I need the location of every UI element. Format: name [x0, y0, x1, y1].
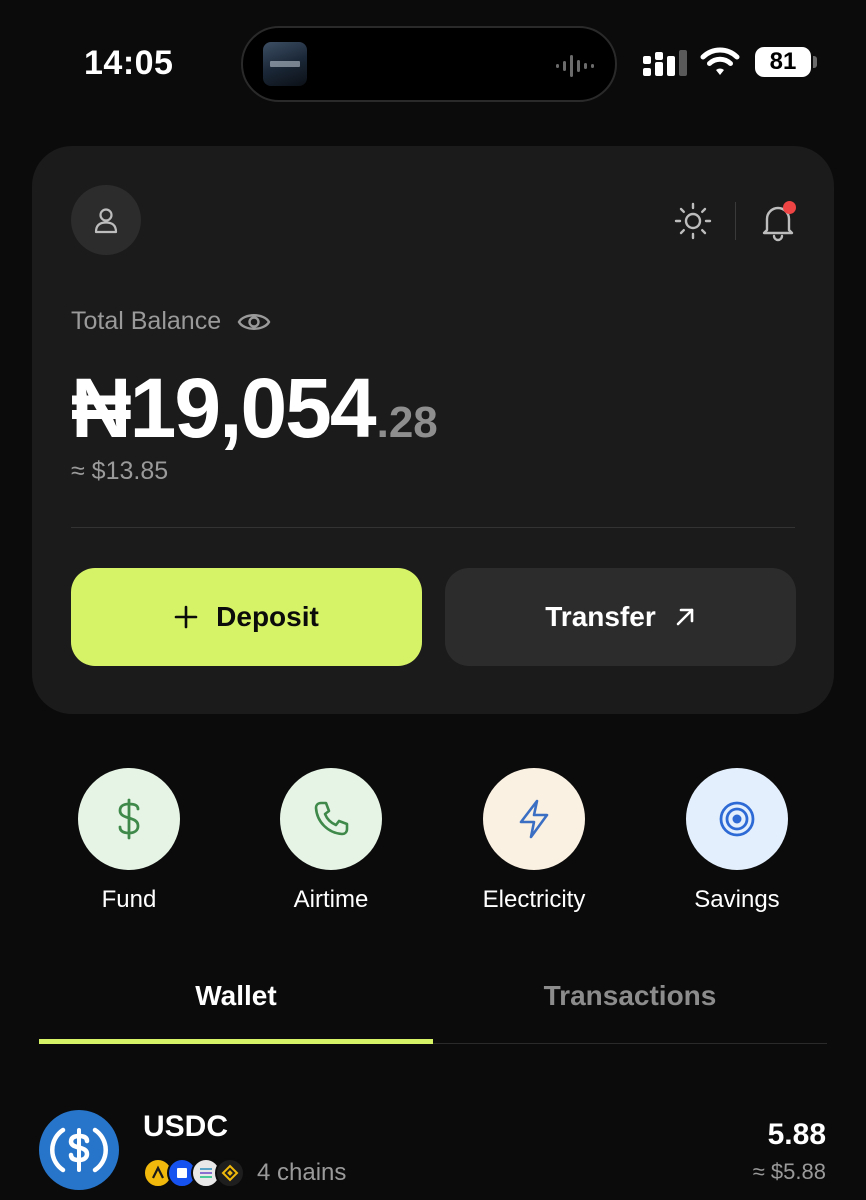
asset-amount: 5.88: [767, 1118, 826, 1151]
deposit-label: Deposit: [216, 601, 319, 632]
arrow-up-right-icon: [676, 608, 694, 626]
quick-action-savings[interactable]: Savings: [662, 768, 812, 914]
transfer-button[interactable]: Transfer: [445, 568, 796, 666]
plus-icon: [174, 605, 198, 629]
target-icon: [719, 801, 755, 837]
quick-action-airtime[interactable]: Airtime: [256, 768, 406, 914]
quick-action-label: Airtime: [293, 886, 369, 913]
active-tab-indicator: [39, 1039, 433, 1044]
chain-count: 4 chains: [257, 1159, 347, 1186]
dynamic-island[interactable]: [241, 26, 617, 102]
balance-currency: ₦: [71, 361, 132, 455]
status-time: 14:05: [84, 44, 174, 82]
savings-circle[interactable]: [686, 768, 788, 870]
eye-icon[interactable]: [237, 310, 271, 334]
balance-label: Total Balance: [71, 307, 222, 335]
quick-action-electricity[interactable]: Electricity: [459, 768, 609, 914]
header-divider: [735, 202, 736, 240]
bnb-chain-icon: [215, 1158, 245, 1188]
balance-card: Total Balance ₦ 19,054 .28 ≈ $13.85 Depo…: [32, 146, 834, 714]
lightning-icon: [519, 799, 549, 839]
electricity-circle[interactable]: [483, 768, 585, 870]
fund-circle[interactable]: [78, 768, 180, 870]
airtime-circle[interactable]: [280, 768, 382, 870]
app-screen: 14:05 81 Total Balance ₦ 19,054 .28 ≈ $1…: [0, 0, 866, 1200]
quick-action-label: Fund: [101, 886, 157, 913]
quick-action-label: Savings: [694, 886, 780, 913]
chain-icons: [143, 1158, 247, 1188]
wifi-icon: [700, 47, 740, 75]
now-playing-artwork: [263, 42, 307, 86]
dollar-icon: [118, 798, 140, 840]
asset-usd-value: ≈ $5.88: [752, 1159, 826, 1184]
battery-nub: [813, 56, 817, 68]
asset-symbol: USDC: [143, 1110, 229, 1143]
signal-icon: [643, 50, 687, 76]
balance-usd-equivalent: ≈ $13.85: [71, 457, 169, 485]
balance-amount: ₦ 19,054 .28: [71, 360, 438, 457]
card-divider: [71, 527, 795, 528]
phone-icon: [314, 801, 349, 836]
usdc-icon: [39, 1110, 119, 1190]
user-icon: [94, 208, 118, 234]
tab-wallet[interactable]: Wallet: [39, 980, 433, 1012]
quick-action-fund[interactable]: Fund: [54, 768, 204, 914]
theme-toggle-icon[interactable]: [674, 202, 712, 240]
notification-badge: [783, 201, 796, 214]
transfer-label: Transfer: [545, 601, 656, 632]
balance-whole: 19,054: [129, 361, 377, 455]
balance-decimal: .28: [376, 398, 438, 447]
quick-action-label: Electricity: [482, 886, 586, 913]
deposit-button[interactable]: Deposit: [71, 568, 422, 666]
profile-button[interactable]: [71, 185, 141, 255]
balance-label-row: Total Balance: [71, 307, 271, 336]
battery-icon: 81: [755, 47, 811, 77]
audio-waveform-icon: [556, 55, 594, 77]
tab-transactions[interactable]: Transactions: [433, 980, 827, 1012]
